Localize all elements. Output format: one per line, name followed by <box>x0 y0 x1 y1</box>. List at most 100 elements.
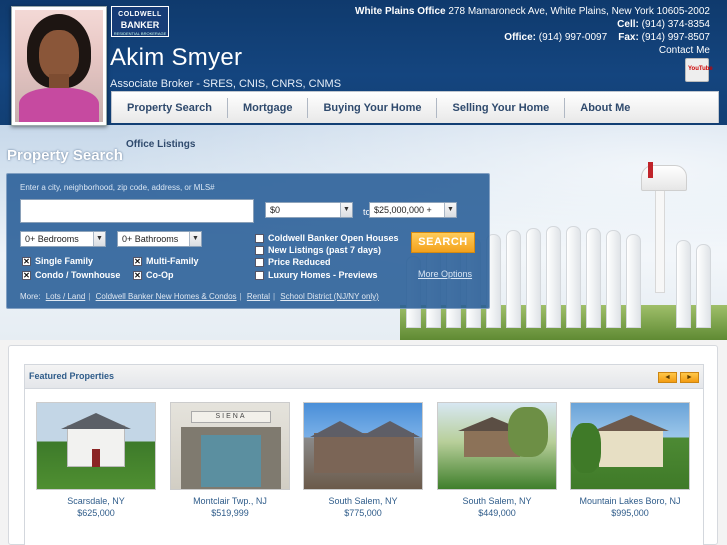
main-nav: Property Search Mortgage Buying Your Hom… <box>111 91 719 123</box>
property-price: $995,000 <box>611 508 649 518</box>
condo-townhouse-checkbox[interactable]: ✕ Condo / Townhouse <box>22 270 120 280</box>
office-label: White Plains Office <box>355 6 446 17</box>
lots-land-link[interactable]: Lots / Land <box>46 292 86 301</box>
price-max-select[interactable]: $25,000,000 + ▼ <box>369 202 457 218</box>
agent-photo <box>11 6 107 126</box>
office-address-line: White Plains Office 278 Mamaroneck Ave, … <box>355 5 710 18</box>
cell-line: Cell: (914) 374-8354 <box>355 18 710 31</box>
cell-value: (914) 374-8354 <box>641 19 710 30</box>
chevron-down-icon: ▼ <box>189 232 201 246</box>
property-location[interactable]: Mountain Lakes Boro, NJ <box>570 496 690 506</box>
property-card[interactable]: Mountain Lakes Boro, NJ $995,000 <box>570 402 690 518</box>
luxury-homes-checkbox[interactable]: Luxury Homes - Previews <box>255 270 378 280</box>
more-options-link[interactable]: More Options <box>418 269 472 279</box>
property-photo[interactable]: SIENA <box>170 402 290 490</box>
condo-townhouse-label: Condo / Townhouse <box>35 270 121 280</box>
nav-about-me[interactable]: About Me <box>565 98 645 118</box>
agent-name: Akim Smyer <box>110 44 243 71</box>
school-district-link[interactable]: School District (NJ/NY only) <box>280 292 379 301</box>
more-links-row: More: Lots / Land | Coldwell Banker New H… <box>20 292 379 301</box>
single-family-label: Single Family <box>35 256 94 266</box>
new-homes-condos-link[interactable]: Coldwell Banker New Homes & Condos <box>96 292 237 301</box>
mailbox-post <box>655 183 665 293</box>
property-search-title: Property Search <box>7 147 123 164</box>
price-reduced-checkbox[interactable]: Price Reduced <box>255 257 331 267</box>
featured-carousel: Featured Properties ◄ ► Scarsdale, NY $6… <box>24 364 704 545</box>
youtube-icon[interactable]: YouTube <box>685 58 713 82</box>
office-address: 278 Mamaroneck Ave, White Plains, New Yo… <box>448 6 710 17</box>
more-label: More: <box>20 292 41 301</box>
property-price: $625,000 <box>77 508 115 518</box>
checkbox-checked-icon: ✕ <box>22 270 31 280</box>
agent-title: Associate Broker - SRES, CNIS, CNRS, CNM… <box>110 78 342 90</box>
bedrooms-select[interactable]: 0+ Bedrooms ▼ <box>20 231 106 247</box>
new-listings-label: New Listings (past 7 days) <box>268 245 382 255</box>
property-photo[interactable] <box>303 402 423 490</box>
logo-line-1: COLDWELL <box>118 11 162 18</box>
property-price: $775,000 <box>344 508 382 518</box>
next-arrow-icon[interactable]: ► <box>680 372 699 383</box>
phone-fax-line: Office: (914) 997-0097 Fax: (914) 997-85… <box>355 31 710 44</box>
chevron-down-icon: ▼ <box>340 203 352 217</box>
nav-buying-your-home[interactable]: Buying Your Home <box>308 97 438 118</box>
nav-mortgage[interactable]: Mortgage <box>228 97 309 118</box>
luxury-homes-label: Luxury Homes - Previews <box>268 270 378 280</box>
chevron-down-icon: ▼ <box>444 203 456 217</box>
property-card[interactable]: Scarsdale, NY $625,000 <box>36 402 156 518</box>
search-button[interactable]: SEARCH <box>411 232 475 253</box>
property-photo[interactable] <box>36 402 156 490</box>
rental-link[interactable]: Rental <box>247 292 270 301</box>
property-photo[interactable] <box>437 402 557 490</box>
new-listings-checkbox[interactable]: New Listings (past 7 days) <box>255 245 381 255</box>
prev-arrow-icon[interactable]: ◄ <box>658 372 677 383</box>
logo-line-3: RESIDENTIAL BROKERAGE <box>113 31 167 36</box>
location-search-input[interactable] <box>20 199 254 223</box>
property-card[interactable]: SIENA Montclair Twp., NJ $519,999 <box>170 402 290 518</box>
price-reduced-label: Price Reduced <box>268 257 331 267</box>
property-location[interactable]: Montclair Twp., NJ <box>170 496 290 506</box>
search-hint: Enter a city, neighborhood, zip code, ad… <box>20 183 215 192</box>
property-location[interactable]: South Salem, NY <box>437 496 557 506</box>
youtube-label: YouTube <box>688 66 713 72</box>
office-phone-value: (914) 997-0097 <box>538 32 608 43</box>
mailbox-flag <box>648 162 653 178</box>
coldwell-banker-logo[interactable]: COLDWELL BANKER RESIDENTIAL BROKERAGE <box>111 6 169 37</box>
single-family-checkbox[interactable]: ✕ Single Family <box>22 256 93 266</box>
contact-info: White Plains Office 278 Mamaroneck Ave, … <box>355 5 710 57</box>
multi-family-label: Multi-Family <box>146 256 199 266</box>
featured-properties-section: Featured Properties ◄ ► Scarsdale, NY $6… <box>8 345 718 545</box>
agent-portrait <box>15 10 103 122</box>
cell-label: Cell: <box>617 19 639 30</box>
search-panel: Enter a city, neighborhood, zip code, ad… <box>6 173 490 309</box>
co-op-checkbox[interactable]: ✕ Co-Op <box>133 270 174 280</box>
property-location[interactable]: Scarsdale, NY <box>36 496 156 506</box>
bedrooms-value: 0+ Bedrooms <box>25 234 79 244</box>
office-phone-label: Office: <box>504 32 536 43</box>
office-listings-link[interactable]: Office Listings <box>126 139 195 150</box>
chevron-down-icon: ▼ <box>93 232 105 246</box>
checkbox-checked-icon: ✕ <box>133 270 142 280</box>
featured-title: Featured Properties <box>29 371 115 381</box>
hero-banner: Office Listings Property Search Enter a … <box>0 125 727 340</box>
open-houses-label: Coldwell Banker Open Houses <box>268 233 399 243</box>
logo-line-2: BANKER <box>120 20 160 30</box>
multi-family-checkbox[interactable]: ✕ Multi-Family <box>133 256 199 266</box>
contact-me-link[interactable]: Contact Me <box>355 44 710 57</box>
nav-selling-your-home[interactable]: Selling Your Home <box>437 97 566 118</box>
fax-value: (914) 997-8507 <box>641 32 710 43</box>
open-houses-checkbox[interactable]: Coldwell Banker Open Houses <box>255 233 399 243</box>
bathrooms-select[interactable]: 0+ Bathrooms ▼ <box>117 231 202 247</box>
price-min-select[interactable]: $0 ▼ <box>265 202 353 218</box>
co-op-label: Co-Op <box>146 270 174 280</box>
property-price: $519,999 <box>211 508 249 518</box>
property-card[interactable]: South Salem, NY $775,000 <box>303 402 423 518</box>
property-location[interactable]: South Salem, NY <box>303 496 423 506</box>
price-min-value: $0 <box>270 205 281 215</box>
property-price: $449,000 <box>478 508 516 518</box>
property-card[interactable]: South Salem, NY $449,000 <box>437 402 557 518</box>
bathrooms-value: 0+ Bathrooms <box>122 234 179 244</box>
checkbox-checked-icon: ✕ <box>133 256 142 266</box>
checkbox-checked-icon: ✕ <box>22 256 31 266</box>
nav-property-search[interactable]: Property Search <box>112 97 228 118</box>
property-photo[interactable] <box>570 402 690 490</box>
